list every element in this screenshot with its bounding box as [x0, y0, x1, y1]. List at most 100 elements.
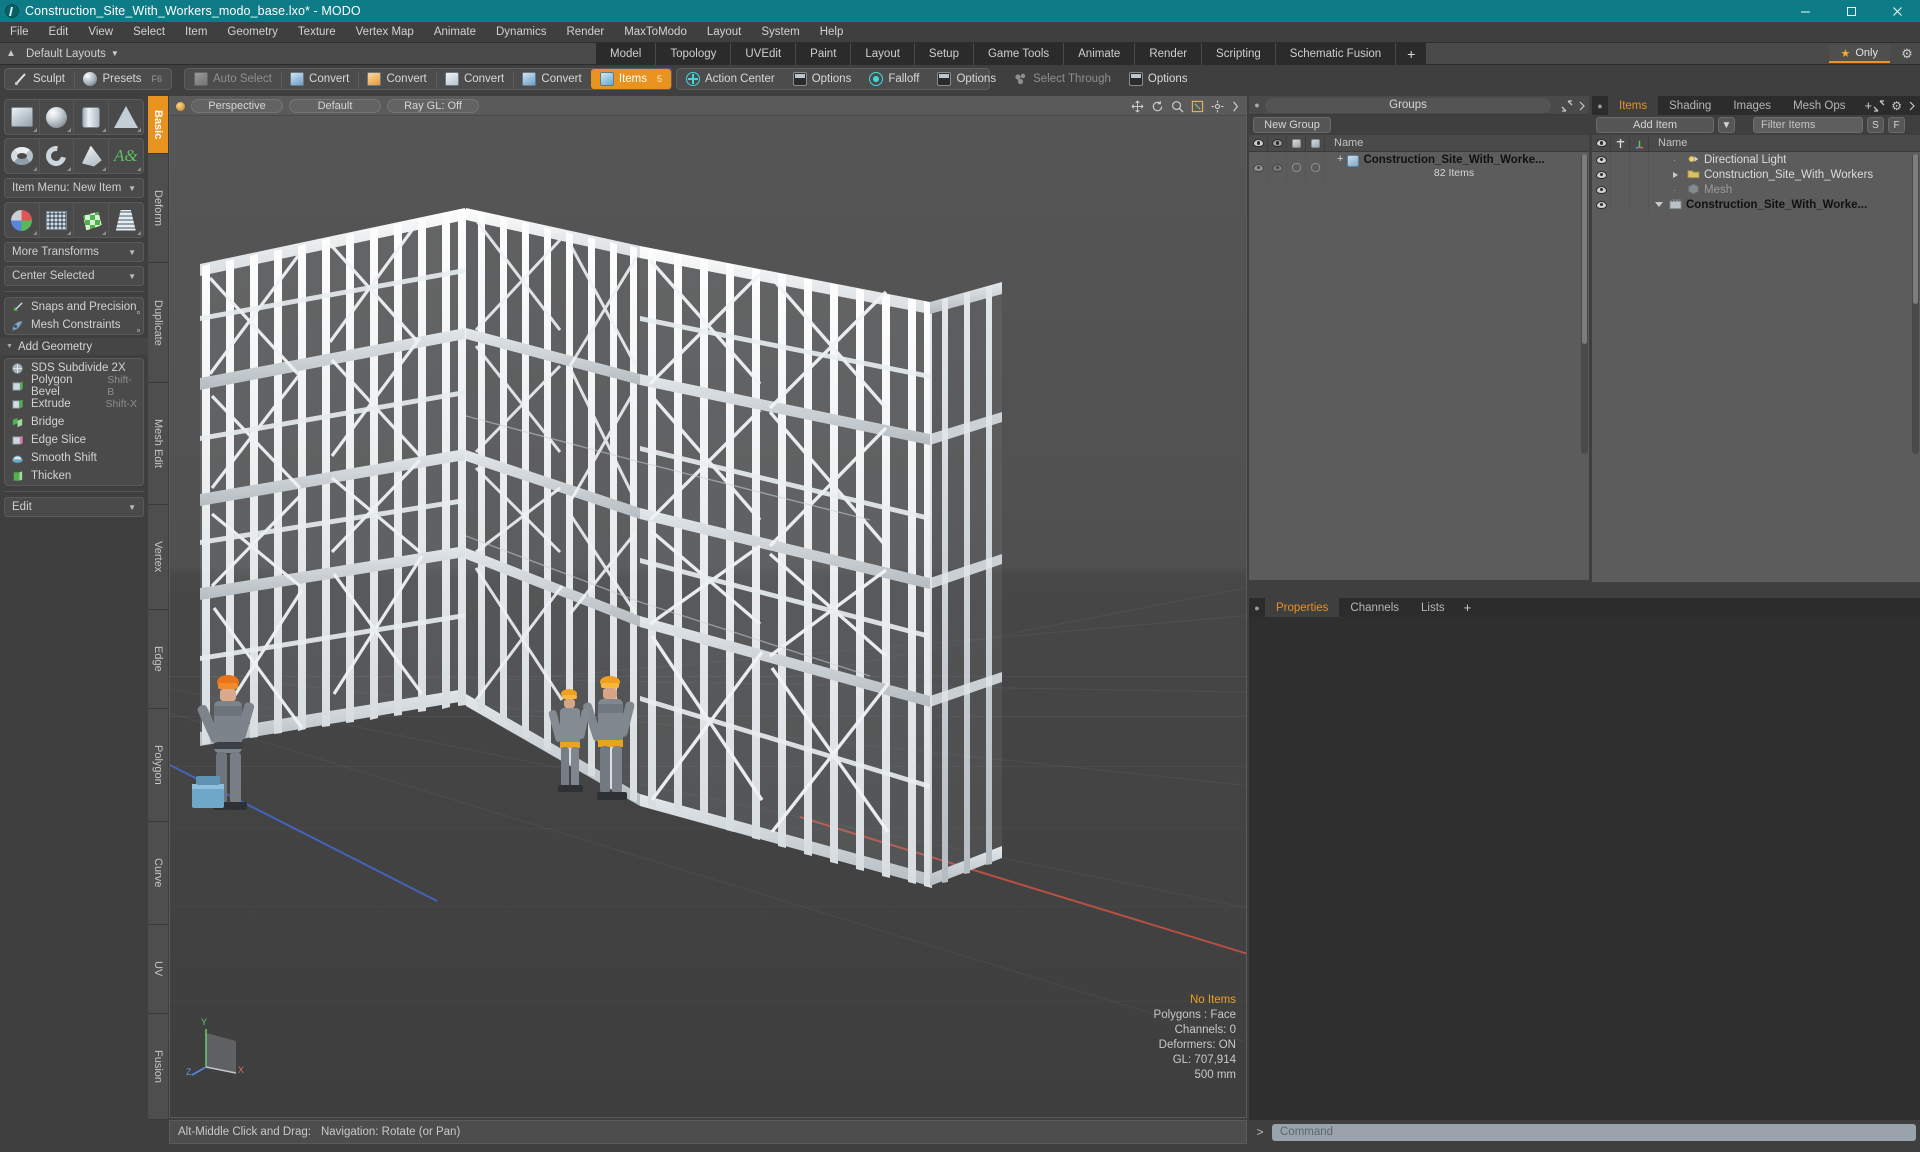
cube-icon[interactable] [5, 100, 40, 134]
menu-item-vertex-map[interactable]: Vertex Map [346, 22, 424, 43]
tool-edge-slice[interactable]: Edge Slice [5, 431, 143, 449]
toolbar-button-sculpt[interactable]: Sculpt [5, 69, 74, 89]
layout-tab-paint[interactable]: Paint [796, 43, 852, 65]
torus-icon[interactable] [5, 139, 40, 173]
add-item-caret[interactable]: ▼ [1718, 117, 1735, 133]
cylinder-icon[interactable] [74, 100, 109, 134]
close-icon[interactable] [1874, 0, 1920, 22]
filter-scope-button[interactable]: S [1867, 117, 1884, 133]
menu-item-select[interactable]: Select [123, 22, 175, 43]
item-menu-dropdown[interactable]: Item Menu: New Item ▼ [4, 178, 144, 198]
layout-tab-topology[interactable]: Topology [656, 43, 732, 65]
panel-menu-icon[interactable]: ● [1249, 603, 1265, 613]
toolbar-button-convert[interactable]: Convert [513, 69, 590, 89]
layout-tab-scripting[interactable]: Scripting [1202, 43, 1276, 65]
items-scrollbar[interactable] [1912, 154, 1919, 454]
add-layout-tab-button[interactable]: + [1396, 43, 1427, 65]
menu-item-help[interactable]: Help [810, 22, 854, 43]
layout-collapse-icon[interactable]: ▲ [0, 43, 22, 65]
row-lock-toggle[interactable] [1611, 167, 1630, 182]
expander-icon[interactable] [1655, 202, 1665, 207]
tool-extrude[interactable]: Extrude Shift-X [5, 395, 143, 413]
vertical-tab-mesh-edit[interactable]: Mesh Edit [148, 382, 168, 506]
menu-item-texture[interactable]: Texture [288, 22, 346, 43]
vertical-tab-vertex[interactable]: Vertex [148, 505, 168, 610]
toolbar-button-options[interactable]: Options [928, 69, 1005, 89]
toolbar-button-auto-select[interactable]: Auto Select [185, 69, 281, 89]
viewport-canvas[interactable]: Y X Z No Items Polygons : Face Channels:… [170, 116, 1246, 1117]
vertical-tab-uv[interactable]: UV [148, 924, 168, 1014]
minimize-icon[interactable] [1782, 0, 1828, 22]
tab-properties[interactable]: Properties [1265, 598, 1340, 617]
row-axis-toggle[interactable] [1630, 182, 1649, 197]
view-mode-dropdown[interactable]: Perspective [191, 99, 283, 113]
panel-options-icon[interactable] [1908, 100, 1916, 112]
layout-tab-model[interactable]: Model [596, 43, 657, 65]
taper-mesh-icon[interactable] [109, 203, 144, 237]
layout-tab-schematic-fusion[interactable]: Schematic Fusion [1275, 43, 1397, 65]
tab-images[interactable]: Images [1722, 96, 1782, 115]
rotate-view-icon[interactable] [1151, 100, 1164, 113]
tool-mesh-constraints[interactable]: Mesh Constraints [5, 316, 143, 334]
add-tab-button[interactable]: + [1456, 598, 1480, 617]
viewport-menu-icon[interactable] [176, 101, 185, 111]
menu-item-animate[interactable]: Animate [424, 22, 486, 43]
zoom-view-icon[interactable] [1171, 100, 1184, 113]
table-row[interactable]: Construction_Site_With_Worke... [1592, 197, 1920, 212]
tool-polygon-bevel[interactable]: Polygon Bevel Shift-B [5, 374, 143, 398]
new-group-button[interactable]: New Group [1253, 117, 1331, 133]
shading-mode-dropdown[interactable]: Default [289, 99, 381, 113]
only-toggle-button[interactable]: ★ Only [1828, 45, 1890, 63]
menu-item-geometry[interactable]: Geometry [217, 22, 288, 43]
layout-tab-uvedit[interactable]: UVEdit [731, 43, 797, 65]
col-axis-icon[interactable] [1630, 134, 1649, 152]
vertical-tab-deform[interactable]: Deform [148, 154, 168, 264]
table-row[interactable]: + Construction_Site_With_Worke... 82 Ite… [1249, 152, 1589, 181]
row-render-eye-icon[interactable] [1268, 154, 1287, 181]
toolbar-button-convert[interactable]: Convert [358, 69, 435, 89]
layout-tab-setup[interactable]: Setup [914, 43, 974, 65]
row-lock-toggle[interactable] [1611, 152, 1630, 167]
vertical-tab-fusion[interactable]: Fusion [148, 1013, 168, 1120]
spiral-icon[interactable] [40, 139, 74, 173]
gear-icon[interactable]: ⚙ [1894, 43, 1920, 65]
vertical-tab-curve[interactable]: Curve [148, 822, 168, 925]
expander-icon[interactable] [1673, 171, 1683, 178]
toolbar-button-action-center[interactable]: Action Center [677, 69, 784, 89]
toolbar-button-select-through[interactable]: Select Through [1005, 69, 1120, 89]
sphere-icon[interactable] [40, 100, 74, 134]
menu-item-item[interactable]: Item [175, 22, 217, 43]
vertical-tab-polygon[interactable]: Polygon [148, 708, 168, 823]
tool-thicken[interactable]: Thicken [5, 467, 143, 485]
table-row[interactable]: · Mesh [1592, 182, 1920, 197]
menu-item-dynamics[interactable]: Dynamics [486, 22, 556, 43]
expander-icon[interactable]: · [1673, 155, 1683, 165]
row-visible-eye-icon[interactable] [1592, 197, 1611, 212]
menu-item-maxtomodo[interactable]: MaxToModo [614, 22, 697, 43]
menu-item-system[interactable]: System [751, 22, 809, 43]
menu-item-edit[interactable]: Edit [39, 22, 79, 43]
expand-panel-icon[interactable] [1873, 99, 1885, 112]
transform-axis-icon[interactable] [5, 203, 40, 237]
text-icon[interactable]: A& [109, 139, 144, 173]
col-lock-cube-icon[interactable] [1287, 134, 1306, 152]
tool-smooth-shift[interactable]: Smooth Shift [5, 449, 143, 467]
vertical-tab-basic[interactable]: Basic [148, 96, 168, 154]
toolbar-button-options[interactable]: Options [1120, 69, 1197, 89]
table-row[interactable]: · Directional Light [1592, 152, 1920, 167]
menu-item-layout[interactable]: Layout [697, 22, 752, 43]
checker-mesh-icon[interactable] [74, 203, 109, 237]
tab-lists[interactable]: Lists [1410, 598, 1456, 617]
tool-bridge[interactable]: Bridge [5, 413, 143, 431]
toolbar-button-falloff[interactable]: Falloff [860, 69, 928, 89]
options-view-icon[interactable] [1211, 100, 1224, 113]
panel-menu-icon[interactable]: ● [1249, 100, 1265, 110]
tool-options-icon[interactable] [137, 329, 140, 332]
layout-tab-game-tools[interactable]: Game Tools [973, 43, 1065, 65]
groups-tree[interactable]: + Construction_Site_With_Worke... 82 Ite… [1249, 152, 1589, 580]
expander-icon[interactable]: + [1337, 154, 1343, 165]
polygon-icon[interactable] [74, 139, 109, 173]
menu-item-view[interactable]: View [78, 22, 123, 43]
tab-shading[interactable]: Shading [1658, 96, 1722, 115]
row-axis-toggle[interactable] [1630, 152, 1649, 167]
